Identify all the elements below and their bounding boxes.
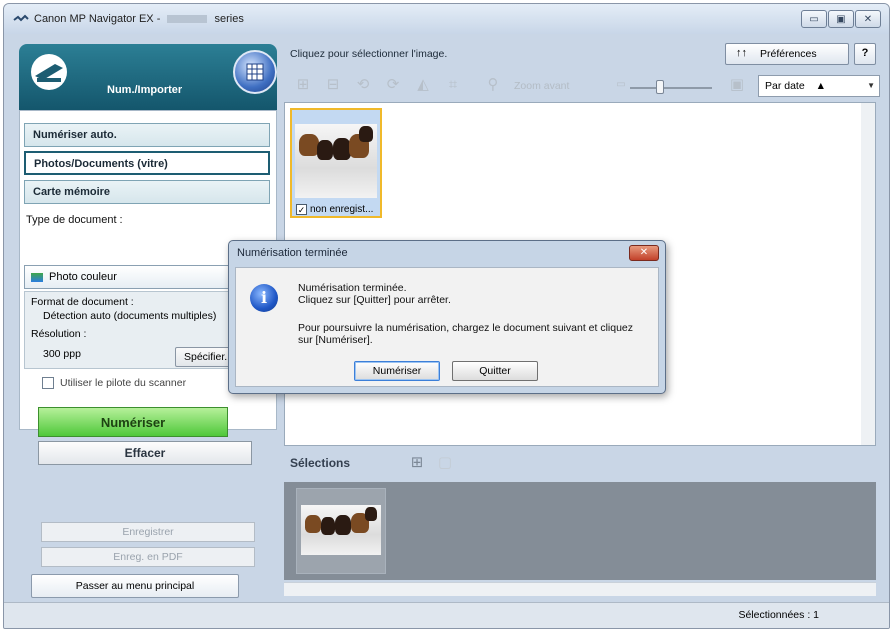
maximize-button[interactable]: ▣	[828, 10, 854, 28]
scanner-driver-checkbox[interactable]	[42, 377, 54, 389]
select-all-icon[interactable]: ⊞	[294, 76, 312, 94]
close-button[interactable]: ✕	[855, 10, 881, 28]
selected-count: Sélectionnées : 1	[738, 609, 819, 621]
thumbnail-label: non enregist...	[310, 204, 374, 215]
minimize-button[interactable]: ▭	[801, 10, 827, 28]
dogs-photo	[295, 124, 377, 198]
scanner-driver-label: Utiliser le pilote du scanner	[60, 377, 187, 389]
selections-area	[284, 482, 876, 580]
dialog-title: Numérisation terminée	[237, 247, 348, 259]
cancel-selection-icon[interactable]: ⊟	[324, 76, 342, 94]
zoom-slider-thumb[interactable]	[656, 80, 664, 94]
scan-complete-dialog: Numérisation terminée ✕ i Numérisation t…	[228, 240, 666, 394]
sort-arrows-icon: ↑↑	[736, 47, 747, 59]
flip-icon[interactable]: ◭	[414, 76, 432, 94]
title-bar: Canon MP Navigator EX - series ▭ ▣ ✕	[4, 4, 889, 34]
small-thumbnail-icon: ▭	[616, 79, 626, 90]
select-all-icon[interactable]: ⊞	[408, 454, 426, 472]
selections-bar: Sélections ⊞ ▢	[284, 452, 884, 476]
thumbnail-checkbox[interactable]: ✓	[296, 204, 307, 215]
vertical-scrollbar[interactable]	[861, 103, 875, 445]
dialog-line-2: Cliquez sur [Quitter] pour arrêter.	[298, 294, 451, 306]
save-button[interactable]: Enregistrer	[41, 522, 255, 542]
grid-icon	[246, 63, 264, 81]
window-controls: ▭ ▣ ✕	[801, 10, 881, 28]
sort-direction-icon: ▲	[815, 80, 827, 92]
clear-button[interactable]: Effacer	[38, 441, 252, 465]
zoom-in-label: Zoom avant	[514, 80, 570, 92]
resolution-label: Résolution :	[31, 328, 87, 340]
scan-button[interactable]: Numériser	[38, 407, 228, 437]
rotate-left-icon[interactable]: ⟲	[354, 76, 372, 94]
canon-app-icon	[13, 14, 29, 22]
mode-memory-card[interactable]: Carte mémoire	[24, 180, 270, 204]
dialog-body: i Numérisation terminée. Cliquez sur [Qu…	[235, 267, 659, 387]
help-button[interactable]: ?	[854, 43, 876, 65]
large-thumbnail-icon: ▣	[729, 76, 745, 93]
scan-import-label: Num./Importer	[107, 84, 183, 96]
sort-value: Par date	[765, 80, 805, 92]
preferences-button[interactable]: ↑↑ Préférences	[725, 43, 849, 65]
chevron-down-icon: ▼	[867, 81, 875, 90]
zoom-slider-track[interactable]	[630, 87, 712, 89]
selected-thumbnail[interactable]	[296, 488, 386, 574]
dogs-photo-selected	[301, 505, 381, 555]
image-thumbnail[interactable]: ✓ non enregist...	[290, 108, 382, 218]
resolution-value: 300 ppp	[43, 348, 81, 360]
dialog-line-1: Numérisation terminée.	[298, 282, 407, 294]
dialog-line-4: sur [Numériser].	[298, 334, 373, 346]
dialog-line-3: Pour poursuivre la numérisation, chargez…	[298, 322, 634, 334]
info-icon: i	[250, 284, 278, 312]
save-pdf-button[interactable]: Enreg. en PDF	[41, 547, 255, 567]
scanner-icon	[31, 54, 67, 90]
status-bar: Sélectionnées : 1	[4, 602, 889, 628]
zoom-icon[interactable]: ⚲	[484, 76, 502, 94]
rotate-right-icon[interactable]: ⟳	[384, 76, 402, 94]
doc-type-label: Type de document :	[26, 214, 123, 226]
clear-selection-icon[interactable]: ▢	[436, 454, 454, 472]
thumbnail-view-button[interactable]	[233, 50, 277, 94]
select-image-hint: Cliquez pour sélectionner l'image.	[290, 48, 448, 60]
preferences-label: Préférences	[760, 48, 817, 60]
sort-select[interactable]: Par date ▲ ▼	[758, 75, 880, 97]
dialog-scan-button[interactable]: Numériser	[354, 361, 440, 381]
window-title: Canon MP Navigator EX - series	[34, 13, 244, 25]
crop-icon[interactable]: ⌗	[444, 76, 462, 94]
mode-photo-document[interactable]: Photos/Documents (vitre)	[24, 151, 270, 175]
obscured-model-name	[167, 15, 208, 24]
doc-type-value: Photo couleur	[49, 271, 117, 283]
image-toolbar: ⊞ ⊟ ⟲ ⟳ ◭ ⌗ ⚲ Zoom avant ▭ ▣ Par date ▲ …	[284, 72, 884, 98]
photo-color-icon	[31, 273, 43, 282]
dialog-quit-button[interactable]: Quitter	[452, 361, 538, 381]
format-label: Format de document :	[31, 296, 134, 308]
selections-title: Sélections	[290, 456, 351, 470]
main-menu-button[interactable]: Passer au menu principal	[31, 574, 239, 598]
format-value: Détection auto (documents multiples)	[43, 310, 217, 322]
horizontal-scrollbar[interactable]	[284, 582, 876, 596]
top-bar: Cliquez pour sélectionner l'image. ↑↑ Pr…	[284, 42, 884, 66]
mode-auto-scan[interactable]: Numériser auto.	[24, 123, 270, 147]
dialog-close-button[interactable]: ✕	[629, 245, 659, 261]
